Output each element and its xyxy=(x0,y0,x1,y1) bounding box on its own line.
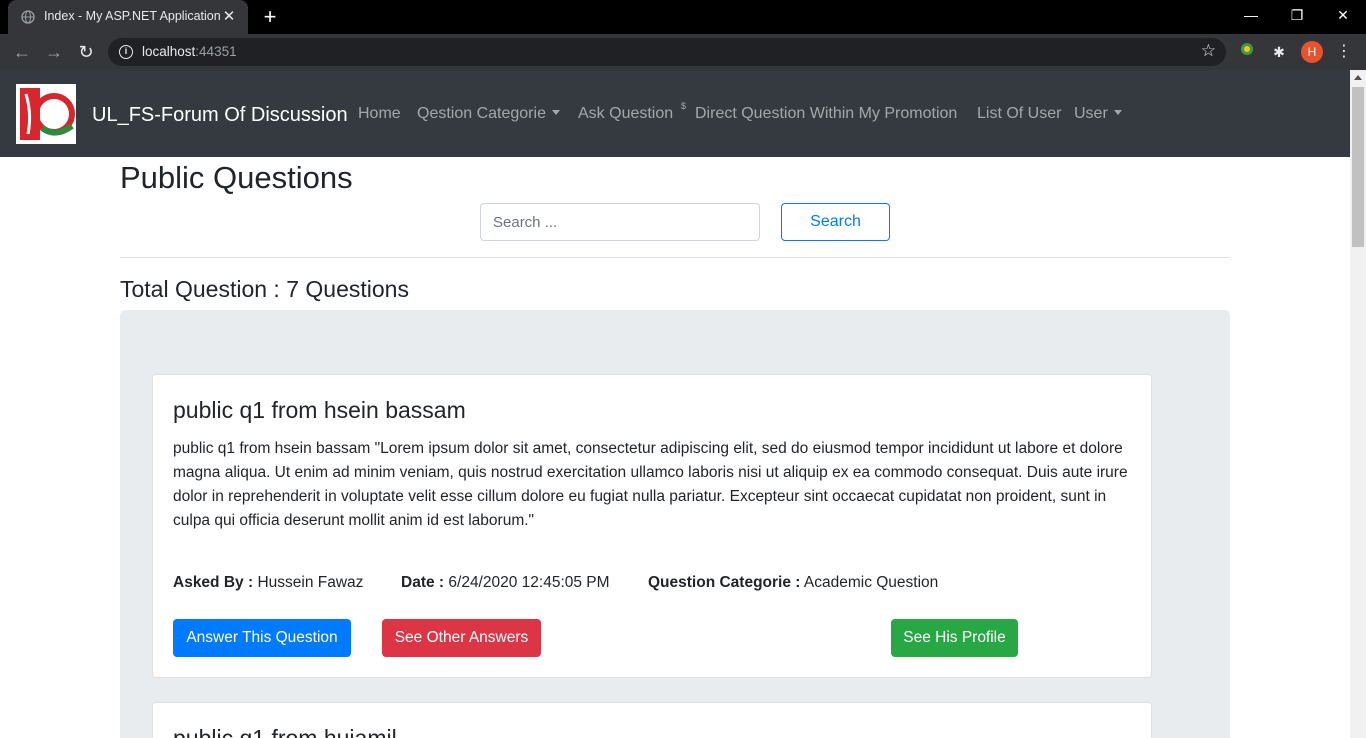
question-card: public q1 from hsein bassam public q1 fr… xyxy=(152,374,1152,678)
asked-by: Asked By : Hussein Fawaz xyxy=(173,574,364,591)
chevron-down-icon xyxy=(1113,110,1122,115)
brand-title[interactable]: UL_FS-Forum Of Discussion xyxy=(92,104,348,127)
chevron-down-icon xyxy=(551,110,560,115)
new-tab-icon[interactable]: + xyxy=(258,5,282,29)
site-navbar: UL_FS-Forum Of Discussion Home Qestion C… xyxy=(0,70,1350,157)
search-button[interactable]: Search xyxy=(781,203,890,241)
question-category: Question Categorie : Academic Question xyxy=(648,574,939,591)
university-logo-icon xyxy=(16,84,76,144)
forward-icon[interactable]: → xyxy=(42,40,66,64)
puzzle-icon[interactable]: ✱ xyxy=(1268,41,1290,63)
minimize-icon[interactable]: — xyxy=(1238,4,1264,26)
question-title: public q1 from hsein bassam xyxy=(173,397,466,423)
browser-toolbar: ← → ↻ i localhost:44351 ☆ ✱ H ⋮ xyxy=(0,34,1366,70)
page-scrollbar[interactable] xyxy=(1350,70,1366,738)
nav-user[interactable]: User xyxy=(1074,105,1122,123)
back-icon[interactable]: ← xyxy=(10,40,34,64)
info-icon[interactable]: i xyxy=(119,45,133,59)
nav-superscript: $ xyxy=(681,101,687,111)
reload-icon[interactable]: ↻ xyxy=(74,40,98,64)
search-input[interactable] xyxy=(480,203,760,241)
answer-question-button[interactable]: Answer This Question xyxy=(173,619,351,657)
see-profile-button[interactable]: See His Profile xyxy=(891,619,1018,657)
bookmark-star-icon[interactable]: ☆ xyxy=(1201,41,1216,61)
menu-icon[interactable]: ⋮ xyxy=(1336,41,1352,63)
nav-list-of-user[interactable]: List Of User xyxy=(977,105,1061,123)
close-icon[interactable]: ✕ xyxy=(220,8,238,26)
window-close-icon[interactable]: ✕ xyxy=(1330,4,1356,26)
divider xyxy=(120,257,1230,258)
avatar[interactable]: H xyxy=(1301,41,1323,63)
see-other-answers-button[interactable]: See Other Answers xyxy=(382,619,541,657)
restore-icon[interactable]: ❐ xyxy=(1284,4,1310,26)
scrollbar-thumb[interactable] xyxy=(1352,87,1364,247)
nav-direct-question[interactable]: Direct Question Within My Promotion xyxy=(695,105,957,123)
scroll-up-icon[interactable] xyxy=(1354,75,1362,80)
question-title: public q1 from hujamil xyxy=(173,725,397,738)
nav-home[interactable]: Home xyxy=(358,105,401,123)
browser-tabstrip: Index - My ASP.NET Application ✕ + — ❐ ✕ xyxy=(0,0,1366,34)
question-date: Date : 6/24/2020 12:45:05 PM xyxy=(401,574,610,591)
url-text: localhost:44351 xyxy=(142,44,237,59)
total-questions: Total Question : 7 Questions xyxy=(120,276,409,302)
extension-icon[interactable] xyxy=(1236,41,1258,63)
logo[interactable] xyxy=(16,84,76,144)
tab-title: Index - My ASP.NET Application xyxy=(44,9,221,23)
browser-tab[interactable]: Index - My ASP.NET Application ✕ xyxy=(8,0,248,34)
nav-ask-question[interactable]: Ask Question xyxy=(578,105,673,123)
question-card: public q1 from hujamil xyxy=(152,702,1152,738)
nav-question-categorie[interactable]: Qestion Categorie xyxy=(417,105,560,123)
page-title: Public Questions xyxy=(120,160,353,195)
question-body: public q1 from hsein bassam "Lorem ipsum… xyxy=(173,440,1128,529)
address-bar[interactable]: i localhost:44351 ☆ xyxy=(108,38,1226,66)
globe-icon xyxy=(21,10,35,24)
